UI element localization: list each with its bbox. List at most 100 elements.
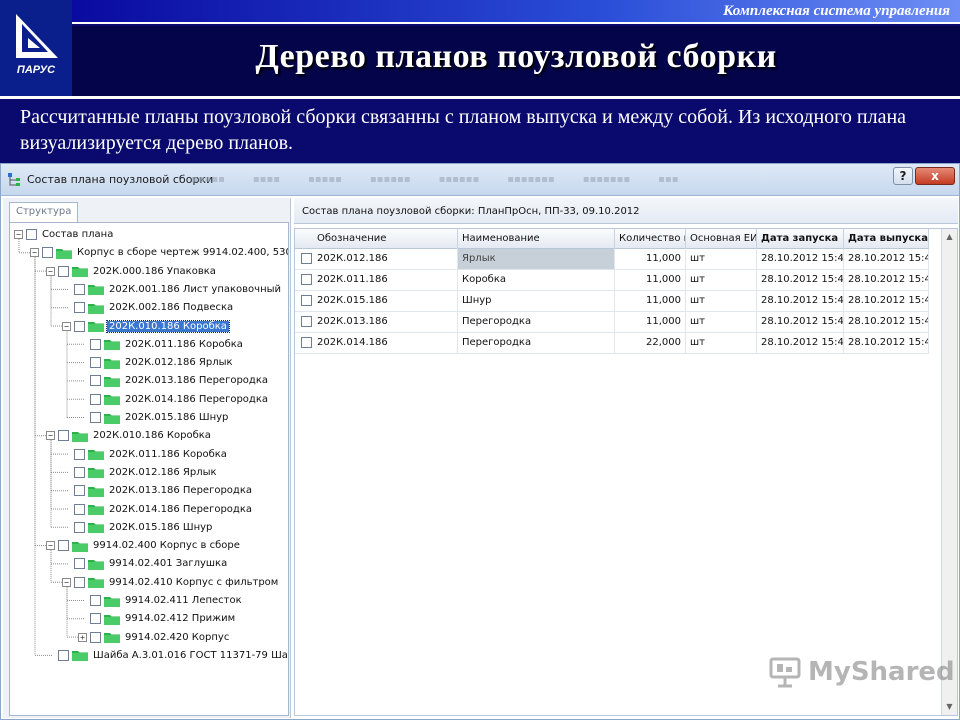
tree-node[interactable]: 202К.011.186 Коробка (62, 446, 229, 463)
column-header[interactable]: Обозначение (295, 229, 458, 249)
table-cell: 28.10.2012 15:49 (757, 312, 844, 332)
column-header[interactable]: Количество в с (615, 229, 686, 249)
tree-node[interactable]: 202К.013.186 Перегородка (62, 482, 254, 499)
tab-structure[interactable]: Структура (9, 202, 79, 222)
tree-node[interactable]: 9914.02.411 Лепесток (78, 592, 244, 609)
table-row[interactable]: 202К.013.186 Перегородка 11,000 шт 28.10.201… (295, 312, 929, 333)
scroll-down-icon[interactable]: ▼ (942, 699, 957, 715)
tree-node[interactable]: − Состав плана (14, 226, 115, 243)
tree-node-checkbox[interactable] (74, 485, 85, 497)
tree-node-checkbox[interactable] (74, 558, 85, 570)
table-cell: Ярлык (458, 249, 615, 269)
table-cell: 28.10.2012 15:49 (844, 291, 929, 311)
tree-node-label: 202К.014.186 Перегородка (109, 503, 252, 515)
close-button[interactable]: x (915, 167, 955, 185)
collapse-icon[interactable]: − (30, 248, 39, 258)
tree-node-checkbox[interactable] (74, 521, 85, 533)
folder-icon (104, 633, 120, 644)
tree-node-checkbox[interactable] (74, 576, 85, 588)
table-cell: 202К.014.186 (295, 333, 458, 353)
tree-node[interactable]: 202К.014.186 Перегородка (62, 501, 254, 518)
column-header[interactable]: Дата запуска (757, 229, 844, 249)
tree-node-checkbox[interactable] (58, 649, 69, 661)
folder-icon (72, 541, 88, 552)
tree-node[interactable]: 202К.011.186 Коробка (78, 336, 245, 353)
help-button[interactable]: ? (893, 167, 913, 185)
tree-node-checkbox[interactable] (26, 229, 37, 240)
folder-icon (104, 358, 120, 369)
tree-node[interactable]: − 202К.010.186 Коробка (46, 427, 213, 444)
tree-node[interactable]: 202К.002.186 Подвеска (62, 299, 235, 316)
table-cell: Шнур (458, 291, 615, 311)
sail-logo-icon (16, 14, 58, 58)
folder-icon (56, 248, 72, 259)
table-row[interactable]: 202К.011.186 Коробка 11,000 шт 28.10.2012 15… (295, 270, 929, 291)
watermark-text: MyShared (808, 657, 955, 687)
tree-node-checkbox[interactable] (74, 466, 85, 478)
watermark: MyShared (768, 655, 955, 689)
tree-node-checkbox[interactable] (58, 430, 69, 442)
collapse-icon[interactable]: − (14, 230, 23, 239)
scroll-up-icon[interactable]: ▲ (942, 229, 957, 245)
table-cell: 202К.013.186 (295, 312, 458, 332)
tree-node-checkbox[interactable] (74, 448, 85, 460)
tree-node[interactable]: 202К.014.186 Перегородка (78, 391, 270, 408)
tree-node-checkbox[interactable] (42, 247, 53, 259)
collapse-icon[interactable]: − (46, 266, 55, 276)
table-cell: Перегородка (458, 312, 615, 332)
tree-node[interactable]: 9914.02.412 Прижим (78, 610, 237, 627)
tree-node-checkbox[interactable] (58, 540, 69, 552)
tree-node-checkbox[interactable] (90, 631, 101, 643)
collapse-icon[interactable]: − (62, 577, 71, 587)
tree-node[interactable]: Шайба А.3.01.016 ГОСТ 11371-79 Шайба А.3 (46, 647, 288, 664)
expand-icon[interactable]: + (78, 632, 87, 642)
collapse-icon[interactable]: − (46, 541, 55, 551)
tree-node[interactable]: − 9914.02.400 Корпус в сборе (46, 537, 242, 554)
tree-node[interactable]: − 202К.010.186 Коробка (62, 318, 230, 335)
folder-icon (104, 340, 120, 351)
tree-node[interactable]: − 202К.000.186 Упаковка (46, 263, 218, 280)
tree-node-checkbox[interactable] (74, 503, 85, 515)
table-cell: Перегородка (458, 333, 615, 353)
tree-node[interactable]: − Корпус в сборе чертеж 9914.02.400, 5300… (30, 244, 288, 261)
tree-node[interactable]: 202К.012.186 Ярлык (78, 354, 235, 371)
tree-node-checkbox[interactable] (90, 613, 101, 625)
folder-icon (88, 285, 104, 296)
table-cell: Коробка (458, 270, 615, 290)
tree-node-checkbox[interactable] (74, 302, 85, 314)
collapse-icon[interactable]: − (46, 431, 55, 441)
tree-node-checkbox[interactable] (74, 283, 85, 295)
tree-node[interactable]: 9914.02.401 Заглушка (62, 555, 229, 572)
window-titlebar[interactable]: Состав плана поузловой сборки ▪▪▪▪▪ ▪▪▪▪ ▪… (1, 164, 959, 196)
tree-node-checkbox[interactable] (74, 320, 85, 332)
tree-node-label: 202К.015.186 Шнур (125, 412, 229, 423)
table-row[interactable]: 202К.014.186 Перегородка 22,000 шт 28.10.201… (295, 333, 929, 354)
tree-node[interactable]: 202К.001.186 Лист упаковочный (62, 281, 283, 298)
tree-node-checkbox[interactable] (90, 375, 101, 387)
tree-node-checkbox[interactable] (90, 412, 101, 423)
column-header[interactable]: Наименование (458, 229, 615, 249)
tree-node-checkbox[interactable] (90, 338, 101, 350)
table-row[interactable]: 202К.012.186 Ярлык 11,000 шт 28.10.2012 15:4… (295, 249, 929, 270)
collapse-icon[interactable]: − (62, 321, 71, 331)
tree-node[interactable]: 202К.015.186 Шнур (62, 519, 214, 536)
tree-node[interactable]: − 9914.02.410 Корпус с фильтром (62, 574, 280, 591)
vertical-scrollbar[interactable]: ▲ ▼ (941, 229, 957, 715)
tree-node[interactable]: 202К.015.186 Шнур (78, 409, 230, 426)
tree-node-checkbox[interactable] (90, 393, 101, 405)
tree-node[interactable]: 202К.013.186 Перегородка (78, 372, 270, 389)
column-header[interactable]: Основная ЕИ (686, 229, 757, 249)
column-header[interactable]: Дата выпуска (844, 229, 929, 249)
tree-node[interactable]: 202К.012.186 Ярлык (62, 464, 219, 481)
tree-node[interactable]: +9914.02.420 Корпус (78, 629, 231, 646)
structure-panel: Структура − Состав плана − Корпус в сборе ч… (3, 198, 291, 718)
tree-node-label: 202К.010.186 Коробка (106, 319, 230, 333)
table-row[interactable]: 202К.015.186 Шнур 11,000 шт 28.10.2012 15:49… (295, 291, 929, 312)
tree-node-checkbox[interactable] (90, 595, 101, 606)
tree-node-checkbox[interactable] (58, 265, 69, 277)
tree-node-label: 202К.012.186 Ярлык (109, 466, 217, 478)
tree-node-checkbox[interactable] (90, 357, 101, 369)
